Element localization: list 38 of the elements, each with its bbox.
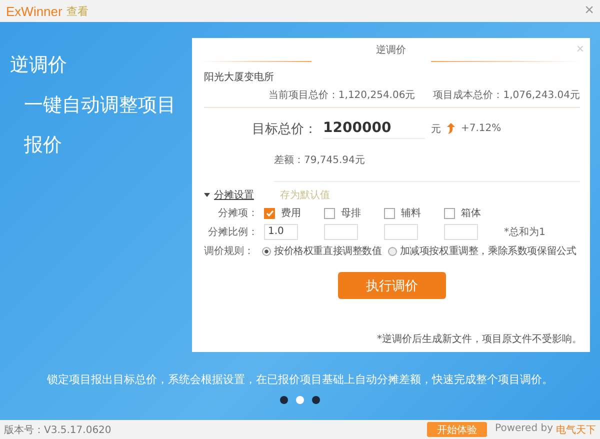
window-title: 查看: [66, 4, 88, 18]
ratio-label: 分摊比例：: [207, 226, 259, 239]
difference: 差额：79,745.94元: [274, 155, 365, 166]
target-price-field[interactable]: 1200000: [323, 118, 425, 139]
slide-subheading: 一键自动调整项目: [24, 93, 177, 118]
slide-subheading: 报价: [24, 133, 63, 158]
project-name: 阳光大厦变电所: [204, 70, 275, 84]
ratio-field[interactable]: [384, 224, 418, 240]
footnote: *逆调价后生成新文件，项目原文件不受影响。: [376, 332, 583, 347]
ratio-field[interactable]: [324, 224, 358, 240]
current-total: 当前项目总价：1,120,254.06元: [268, 88, 416, 102]
rule-label: 调价规则：: [204, 245, 255, 258]
version-label: 版本号：V3.5.17.0620: [4, 424, 112, 436]
ratio-field[interactable]: [444, 224, 478, 240]
rule-radio[interactable]: 加减项按权重调整，乘除系数项保留公式: [388, 244, 576, 258]
caret-icon: [204, 193, 210, 197]
rule-radio[interactable]: 按价格权重直接调整数值: [262, 244, 382, 258]
pager-dot[interactable]: [296, 396, 304, 404]
pager-dot[interactable]: [312, 396, 320, 404]
slide-caption: 锁定项目报出目标总价，系统会根据设置，在已报价项目基础上自动分摊差额，快速完成整个项目调价。: [46, 372, 554, 387]
app-name: ExWinner: [6, 4, 62, 18]
up-arrow-icon: [447, 123, 455, 134]
allocation-checkbox[interactable]: 辅料: [384, 206, 442, 220]
ratio-field[interactable]: 1.0: [264, 224, 298, 240]
slide-heading: 逆调价: [10, 53, 68, 78]
items-label: 分摊项：: [217, 207, 259, 220]
dialog-title: 逆调价: [376, 44, 406, 57]
target-label: 目标总价：: [252, 120, 317, 138]
unit-label: 元: [431, 122, 441, 136]
allocation-checkbox[interactable]: 母排: [324, 206, 382, 220]
change-percent: +7.12%: [461, 123, 502, 134]
allocation-checkbox[interactable]: 箱体: [444, 206, 502, 220]
powered-by: Powered by 电气天下: [495, 422, 596, 436]
allocation-checkbox[interactable]: 费用: [264, 206, 322, 220]
ratio-note: *总和为1: [504, 226, 546, 239]
pager-dot[interactable]: [280, 396, 288, 404]
cost-total: 项目成本总价：1,076,243.04元: [433, 88, 580, 102]
settings-toggle[interactable]: 分摊设置: [204, 188, 254, 202]
